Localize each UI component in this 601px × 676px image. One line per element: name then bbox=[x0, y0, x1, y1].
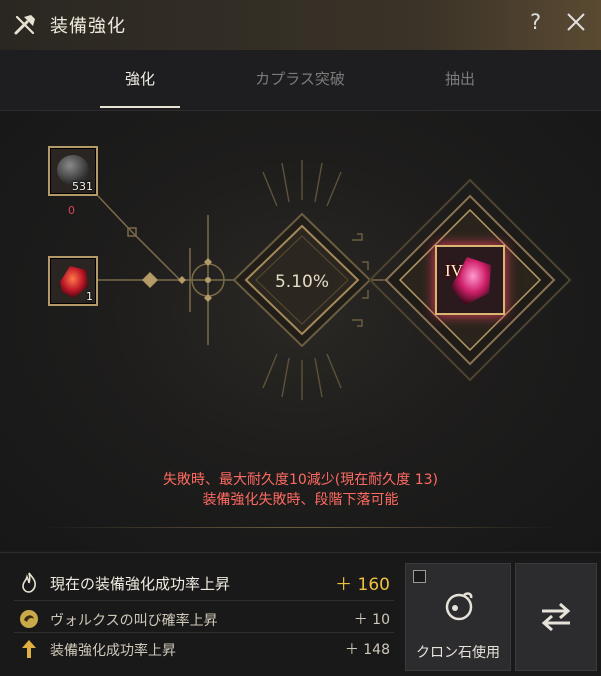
tab-active-indicator bbox=[100, 106, 180, 108]
cron-stone-icon bbox=[445, 592, 473, 621]
help-button[interactable]: ? bbox=[530, 10, 541, 34]
material-slot-gem[interactable]: 1 bbox=[48, 256, 98, 306]
bonus-value: ＋ 160 bbox=[335, 575, 390, 595]
downgrade-warning: 装備強化失敗時、段階下落可能 bbox=[202, 492, 399, 508]
success-rate: 5.10% bbox=[274, 272, 329, 292]
bonus-label: 現在の装備強化成功率上昇 bbox=[50, 575, 231, 593]
swap-arrows-icon bbox=[541, 602, 571, 632]
cron-stone-label: クロン石使用 bbox=[416, 645, 500, 661]
enhancement-tier-label: IV bbox=[445, 261, 463, 280]
tab-caphras-breakthrough[interactable]: カプラス突破 bbox=[230, 68, 370, 89]
window-title: 装備強化 bbox=[50, 16, 126, 37]
warning-text: 失敗時、最大耐久度10減少(現在耐久度 13) 装備強化失敗時、段階下落可能 bbox=[0, 470, 601, 510]
hammer-icon bbox=[14, 15, 35, 35]
tab-extract[interactable]: 抽出 bbox=[390, 68, 530, 89]
bonus-label: 装備強化成功率上昇 bbox=[50, 643, 176, 659]
bonus-row-current: 現在の装備強化成功率上昇 ＋ 160 bbox=[14, 567, 394, 597]
target-item-slot[interactable]: IV bbox=[435, 245, 505, 315]
tab-bar: 強化 カプラス突破 抽出 bbox=[0, 50, 601, 111]
durability-warning: 失敗時、最大耐久度10減少(現在耐久度 13) bbox=[162, 472, 438, 488]
bonus-row-volks: ヴォルクスの叫び確率上昇 ＋ 10 bbox=[14, 604, 394, 634]
swap-button[interactable] bbox=[515, 563, 597, 671]
gem-count: 1 bbox=[86, 290, 93, 303]
arrow-up-icon bbox=[22, 640, 36, 658]
bonus-divider bbox=[14, 632, 394, 633]
cron-stone-checkbox[interactable] bbox=[413, 570, 426, 583]
volks-cry-icon bbox=[20, 610, 38, 628]
tab-enhance[interactable]: 強化 bbox=[70, 68, 210, 89]
use-cron-stone-button[interactable]: クロン石使用 bbox=[405, 563, 511, 671]
bonus-label: ヴォルクスの叫び確率上昇 bbox=[50, 613, 218, 629]
bonus-value: ＋ 148 bbox=[344, 642, 390, 658]
stone-required-count: 0 bbox=[68, 204, 75, 217]
stone-count: 531 bbox=[72, 180, 93, 193]
close-icon[interactable] bbox=[563, 9, 589, 35]
bonus-row-enhance: 装備強化成功率上昇 ＋ 148 bbox=[14, 634, 394, 664]
warning-divider bbox=[40, 527, 561, 528]
flame-icon bbox=[22, 572, 36, 593]
material-slot-stone[interactable]: 531 bbox=[48, 146, 98, 196]
title-bar: 装備強化 ? bbox=[0, 0, 601, 51]
bonus-divider bbox=[14, 600, 394, 601]
bonus-value: ＋ 10 bbox=[353, 612, 390, 628]
